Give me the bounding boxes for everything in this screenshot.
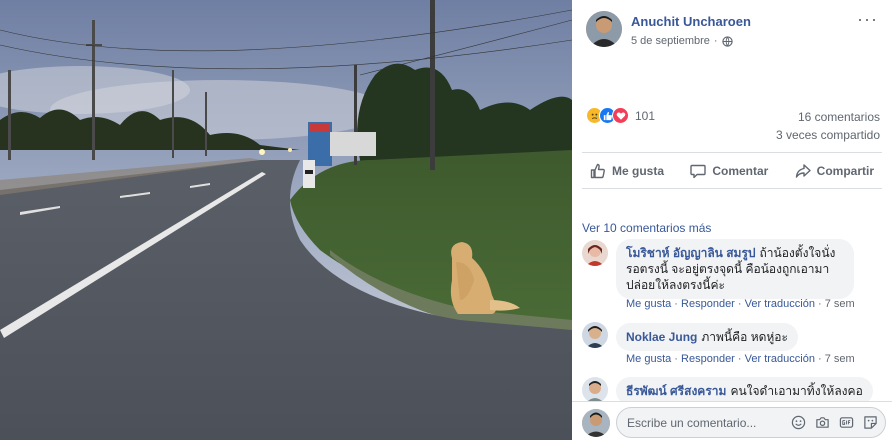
commenter-avatar[interactable] xyxy=(582,240,608,266)
comment-like-link[interactable]: Me gusta xyxy=(626,353,671,365)
comment-text: ภาพนี้คือ หดหู่อะ xyxy=(701,330,788,344)
road-dog-photo xyxy=(0,0,572,440)
post-side-panel: Anuchit Uncharoen 5 de septiembre · ··· xyxy=(572,0,892,440)
comment-composer xyxy=(572,401,892,440)
view-more-comments-link[interactable]: Ver 10 comentarios más xyxy=(582,221,711,235)
reaction-summary[interactable]: 101 xyxy=(586,107,655,124)
current-user-avatar xyxy=(582,409,610,437)
comment-reply-link[interactable]: Responder xyxy=(681,353,735,365)
commenter-avatar[interactable] xyxy=(582,377,608,403)
commenter-avatar[interactable] xyxy=(582,322,608,348)
love-reaction-icon xyxy=(612,107,629,124)
comment-item: Noklae Jung ภาพนี้คือ หดหู่อะ xyxy=(582,322,882,352)
commenter-name[interactable]: โมริชาห์ อัญญาลิน สมรูป xyxy=(626,246,756,260)
comment-reply-link[interactable]: Responder xyxy=(681,298,735,310)
sticker-icon[interactable] xyxy=(863,415,878,430)
post-action-bar: Me gusta Comentar Compartir xyxy=(582,152,882,189)
author-name[interactable]: Anuchit Uncharoen xyxy=(631,14,751,29)
like-button-label: Me gusta xyxy=(612,163,665,178)
like-button[interactable]: Me gusta xyxy=(590,163,664,179)
commenter-name[interactable]: Noklae Jung xyxy=(626,330,697,344)
post-meta-separator: · xyxy=(713,35,718,47)
share-button-label: Compartir xyxy=(816,163,874,178)
comment-button-label: Comentar xyxy=(712,163,769,178)
reaction-count[interactable]: 101 xyxy=(635,109,655,123)
emoji-icon[interactable] xyxy=(791,415,806,430)
comment-translate-link[interactable]: Ver traducción xyxy=(745,298,815,310)
photo-viewer: Anuchit Uncharoen 5 de septiembre · ··· xyxy=(0,0,892,440)
comment-translate-link[interactable]: Ver traducción xyxy=(745,353,815,365)
author-avatar[interactable] xyxy=(586,11,622,47)
comment-text: คนใจดำเอามาทิ้งให้ลงคอ xyxy=(730,384,863,398)
comment-actions: Me gusta · Responder · Ver traducción · … xyxy=(626,298,855,310)
commenter-name[interactable]: ธีรพัฒน์ ศรีสงคราม xyxy=(626,384,726,398)
comment-bubble: Noklae Jung ภาพนี้คือ หดหู่อะ xyxy=(616,323,798,351)
share-icon xyxy=(795,163,811,178)
camera-icon[interactable] xyxy=(815,415,830,430)
comment-time[interactable]: 7 sem xyxy=(825,353,855,365)
share-count[interactable]: 3 veces compartido xyxy=(776,128,880,142)
post-meta: 5 de septiembre · xyxy=(631,35,733,47)
comment-bubble: โมริชาห์ อัญญาลิน สมรูป ถ้าน้องตั้งใจนั่ง… xyxy=(616,239,854,299)
share-button[interactable]: Compartir xyxy=(795,163,874,179)
comment-count[interactable]: 16 comentarios xyxy=(798,110,880,124)
post-header: Anuchit Uncharoen 5 de septiembre · ··· xyxy=(572,0,892,60)
comment-actions: Me gusta · Responder · Ver traducción · … xyxy=(626,353,855,365)
more-options-icon[interactable]: ··· xyxy=(857,10,878,28)
composer-tools xyxy=(791,415,878,430)
globe-icon xyxy=(721,35,733,47)
comment-icon xyxy=(690,164,707,178)
comment-button[interactable]: Comentar xyxy=(690,163,768,179)
comment-like-link[interactable]: Me gusta xyxy=(626,298,671,310)
gif-icon[interactable] xyxy=(839,415,854,430)
post-photo[interactable] xyxy=(0,0,572,440)
comment-time[interactable]: 7 sem xyxy=(825,298,855,310)
post-date[interactable]: 5 de septiembre xyxy=(631,35,710,47)
thumbs-up-icon xyxy=(590,163,605,178)
